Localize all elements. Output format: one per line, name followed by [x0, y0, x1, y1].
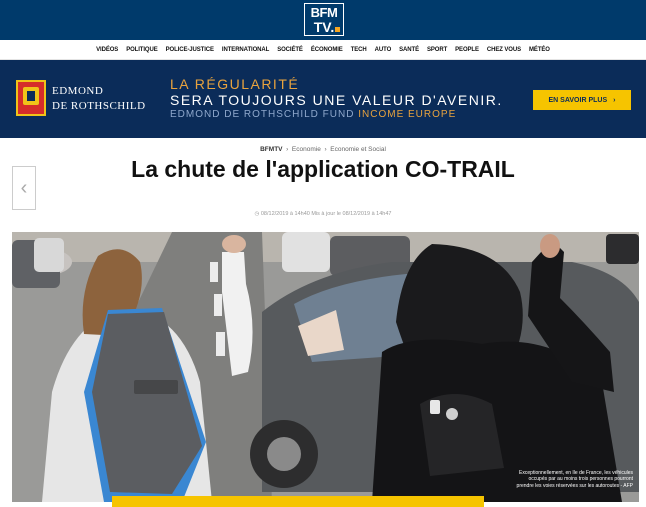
- nav-item-police-justice[interactable]: POLICE-JUSTICE: [166, 47, 214, 53]
- ad-banner[interactable]: EDMOND DE ROTHSCHILD LA RÉGULARITÉ SERA …: [0, 60, 646, 138]
- nav-item-videos[interactable]: VIDÉOS: [96, 47, 118, 53]
- photo-caption: Exceptionnellement, en Ile de France, le…: [516, 469, 633, 489]
- article-title: La chute de l'application CO-TRAIL: [131, 156, 515, 182]
- chevron-right-icon: ›: [613, 96, 616, 104]
- ad-fund-highlight: INCOME EUROPE: [358, 109, 457, 120]
- main-nav: VIDÉOS POLITIQUE POLICE-JUSTICE INTERNAT…: [0, 40, 646, 60]
- learn-more-label: EN SAVOIR PLUS: [548, 96, 608, 104]
- breadcrumb-item-economie-social[interactable]: Economie et Social: [330, 146, 386, 153]
- breadcrumb: BFMTV › Economie › Economie et Social: [0, 146, 646, 153]
- logo-dot: [335, 27, 340, 32]
- bfmtv-logo[interactable]: BFM TV.: [304, 3, 344, 36]
- nav-item-economie[interactable]: ÉCONOMIE: [311, 47, 343, 53]
- clock-icon: ◷: [254, 211, 260, 217]
- photo-illustration: [12, 232, 639, 502]
- logo-line1: BFM: [310, 5, 338, 20]
- breadcrumb-item-economie[interactable]: Economie: [292, 146, 321, 153]
- ad-headline-2: SERA TOUJOURS UNE VALEUR D'AVENIR.: [170, 92, 503, 108]
- breadcrumb-separator: ›: [286, 146, 289, 153]
- nav-item-meteo[interactable]: MÉTÉO: [529, 47, 550, 53]
- ad-brand-line1: EDMOND: [52, 85, 104, 97]
- accent-strip: [112, 496, 484, 507]
- ad-fund-prefix: EDMOND DE ROTHSCHILD FUND: [170, 109, 359, 120]
- article-date: ◷ 08/12/2019 à 14h40 Mis à jour le 08/12…: [0, 211, 646, 217]
- nav-item-sante[interactable]: SANTÉ: [399, 47, 419, 53]
- nav-item-auto[interactable]: AUTO: [375, 47, 392, 53]
- nav-item-politique[interactable]: POLITIQUE: [126, 47, 158, 53]
- nav-item-international[interactable]: INTERNATIONAL: [222, 47, 269, 53]
- nav-item-chez-vous[interactable]: CHEZ VOUS: [487, 47, 521, 53]
- ad-brand-line2: DE ROTHSCHILD: [52, 100, 146, 112]
- article-photo: Exceptionnellement, en Ile de France, le…: [12, 232, 639, 502]
- article-date-text: 08/12/2019 à 14h40 Mis à jour le 08/12/2…: [260, 211, 392, 217]
- nav-item-people[interactable]: PEOPLE: [455, 47, 479, 53]
- rothschild-crest-icon: [16, 80, 46, 116]
- breadcrumb-item-bfmtv[interactable]: BFMTV: [260, 146, 282, 153]
- nav-item-tech[interactable]: TECH: [351, 47, 367, 53]
- learn-more-button[interactable]: EN SAVOIR PLUS ›: [533, 90, 631, 110]
- ad-brand: EDMOND DE ROTHSCHILD: [52, 84, 146, 114]
- ad-headline-1: LA RÉGULARITÉ: [170, 76, 300, 92]
- site-header: BFM TV.: [0, 0, 646, 40]
- nav-item-sport[interactable]: SPORT: [427, 47, 447, 53]
- nav-item-societe[interactable]: SOCIÉTÉ: [277, 47, 303, 53]
- breadcrumb-separator: ›: [324, 146, 327, 153]
- ad-fund-line: EDMOND DE ROTHSCHILD FUND INCOME EUROPE: [170, 109, 456, 120]
